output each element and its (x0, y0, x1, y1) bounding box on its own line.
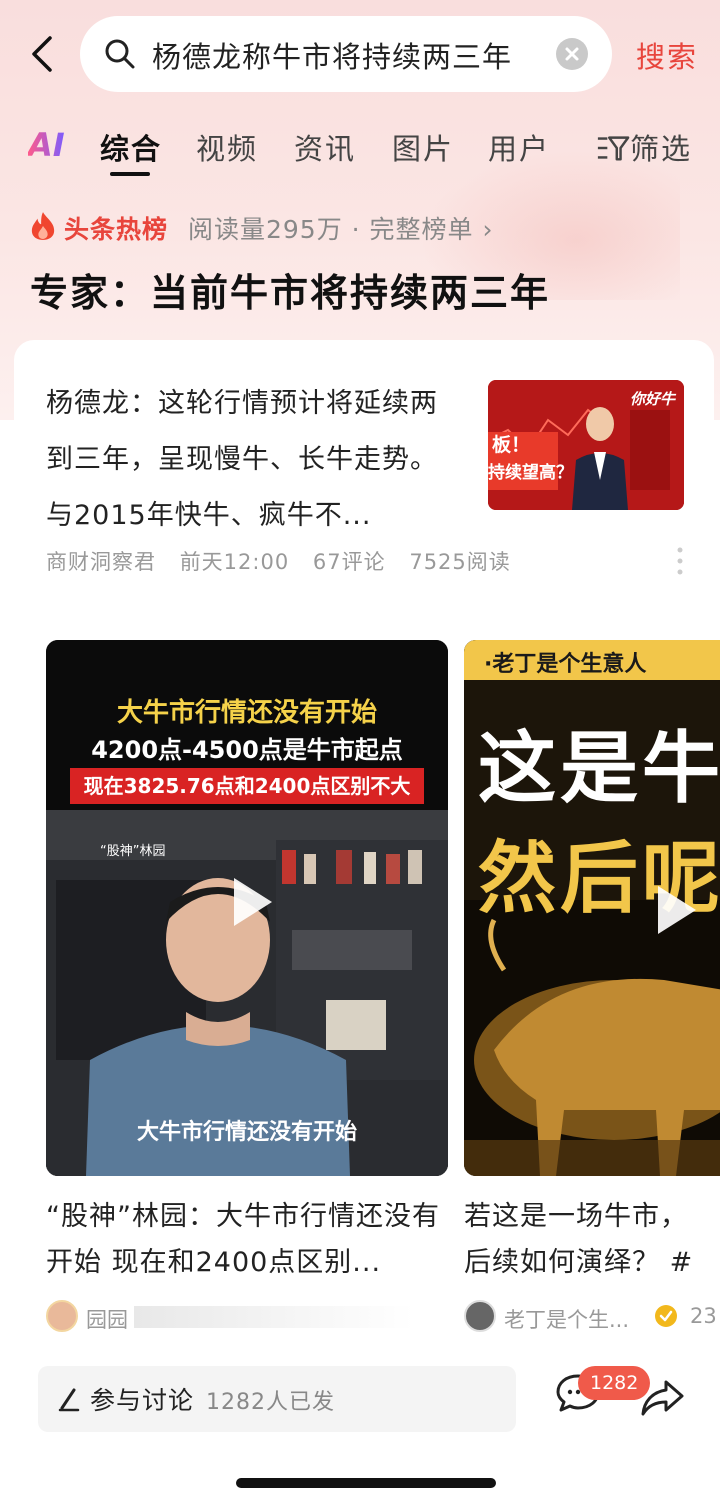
discuss-label: 参与讨论 (90, 1386, 195, 1415)
play-icon[interactable] (644, 880, 704, 940)
fire-icon (31, 212, 55, 240)
filter-button[interactable]: 筛选 (596, 126, 692, 168)
video2-caption[interactable]: 若这是一场牛市，后续如何演绎？ #牛市 #投资 (464, 1194, 714, 1286)
article-summary[interactable]: 杨德龙：这轮行情预计将延续两到三年，呈现慢牛、长牛走势。与2015年快牛、疯牛不… (46, 376, 452, 544)
video1-title-line3: 现在3825.76点和2400点区别不大 (70, 768, 424, 804)
article-meta: 商财洞察君 前天12:00 67评论 7525阅读 (46, 546, 527, 576)
blurred-author-area (134, 1306, 414, 1328)
video1-author[interactable]: 园园 (86, 1304, 128, 1334)
more-options-icon[interactable] (676, 546, 684, 576)
home-indicator (236, 1478, 496, 1488)
clear-icon[interactable] (556, 38, 588, 70)
thumb-brand: 你好牛 (630, 390, 676, 408)
video-thumbnail-2[interactable]: ·老丁是个生意人 这是牛 然后呢 (464, 640, 720, 1176)
tab-news[interactable]: 资讯 (294, 126, 356, 168)
video2-count: 23 (690, 1304, 717, 1328)
thumb-text-1: 板！ (492, 434, 531, 456)
video1-title-line1: 大牛市行情还没有开始 (116, 698, 377, 728)
tab-video[interactable]: 视频 (196, 126, 258, 168)
video1-title-line2: 4200点-4500点是牛市起点 (91, 736, 403, 764)
article-comments: 67评论 (312, 550, 386, 574)
article-source[interactable]: 商财洞察君 (46, 550, 156, 574)
discuss-count: 1282人已发 (206, 1390, 335, 1415)
filter-icon (597, 136, 630, 161)
article-thumbnail[interactable]: 板！ 持续望高？ 你好牛 (488, 380, 684, 510)
hot-list-meta[interactable]: 阅读量295万 · 完整榜单 › (188, 210, 494, 246)
share-icon[interactable] (640, 1378, 684, 1418)
tab-comprehensive[interactable]: 综合 (100, 126, 162, 168)
search-input[interactable]: 杨德龙称牛市将持续两三年 (80, 16, 612, 92)
video2-author[interactable]: 老丁是个生... (504, 1304, 629, 1334)
play-icon[interactable] (220, 872, 280, 932)
thumb-text-2: 持续望高？ (488, 463, 573, 483)
video2-banner: ·老丁是个生意人 (484, 652, 647, 677)
hot-list-row[interactable]: 头条热榜 阅读量295万 · 完整榜单 › (30, 208, 670, 248)
video1-caption[interactable]: “股神”林园：大牛市行情还没有开始 现在和2400点区别... (46, 1194, 448, 1286)
hot-list-label: 头条热榜 (64, 215, 169, 244)
avatar[interactable] (464, 1300, 496, 1332)
back-icon[interactable] (24, 34, 64, 74)
pen-icon (58, 1388, 80, 1412)
active-tab-indicator (110, 172, 150, 176)
discuss-input[interactable]: 参与讨论 1282人已发 (38, 1366, 516, 1432)
search-query: 杨德龙称牛市将持续两三年 (152, 40, 513, 74)
tab-users[interactable]: 用户 (488, 126, 550, 168)
results-card: 杨德龙：这轮行情预计将延续两到三年，呈现慢牛、长牛走势。与2015年快牛、疯牛不… (14, 340, 720, 1360)
search-bar: 杨德龙称牛市将持续两三年 搜索 (0, 14, 720, 94)
article-reads: 7525阅读 (409, 550, 511, 574)
article-time: 前天12:00 (179, 550, 290, 574)
avatar[interactable] (46, 1300, 78, 1332)
tab-images[interactable]: 图片 (392, 126, 454, 168)
search-icon (105, 39, 135, 69)
filter-label: 筛选 (630, 132, 693, 166)
video1-overlay-name: “股神”林园 (100, 844, 166, 859)
video2-big-text-1: 这是牛 (478, 724, 720, 814)
verified-icon (655, 1305, 677, 1327)
video-thumbnail-1[interactable]: 大牛市行情还没有开始 4200点-4500点是牛市起点 现在3825.76点和2… (46, 640, 448, 1176)
category-tabs: AI 综合 视频 资讯 图片 用户 筛选 (0, 120, 720, 180)
search-button[interactable]: 搜索 (636, 34, 698, 76)
page-title: 专家：当前牛市将持续两三年 (30, 271, 551, 315)
video1-subtitle: 大牛市行情还没有开始 (136, 1120, 357, 1145)
tab-ai[interactable]: AI (28, 126, 65, 164)
